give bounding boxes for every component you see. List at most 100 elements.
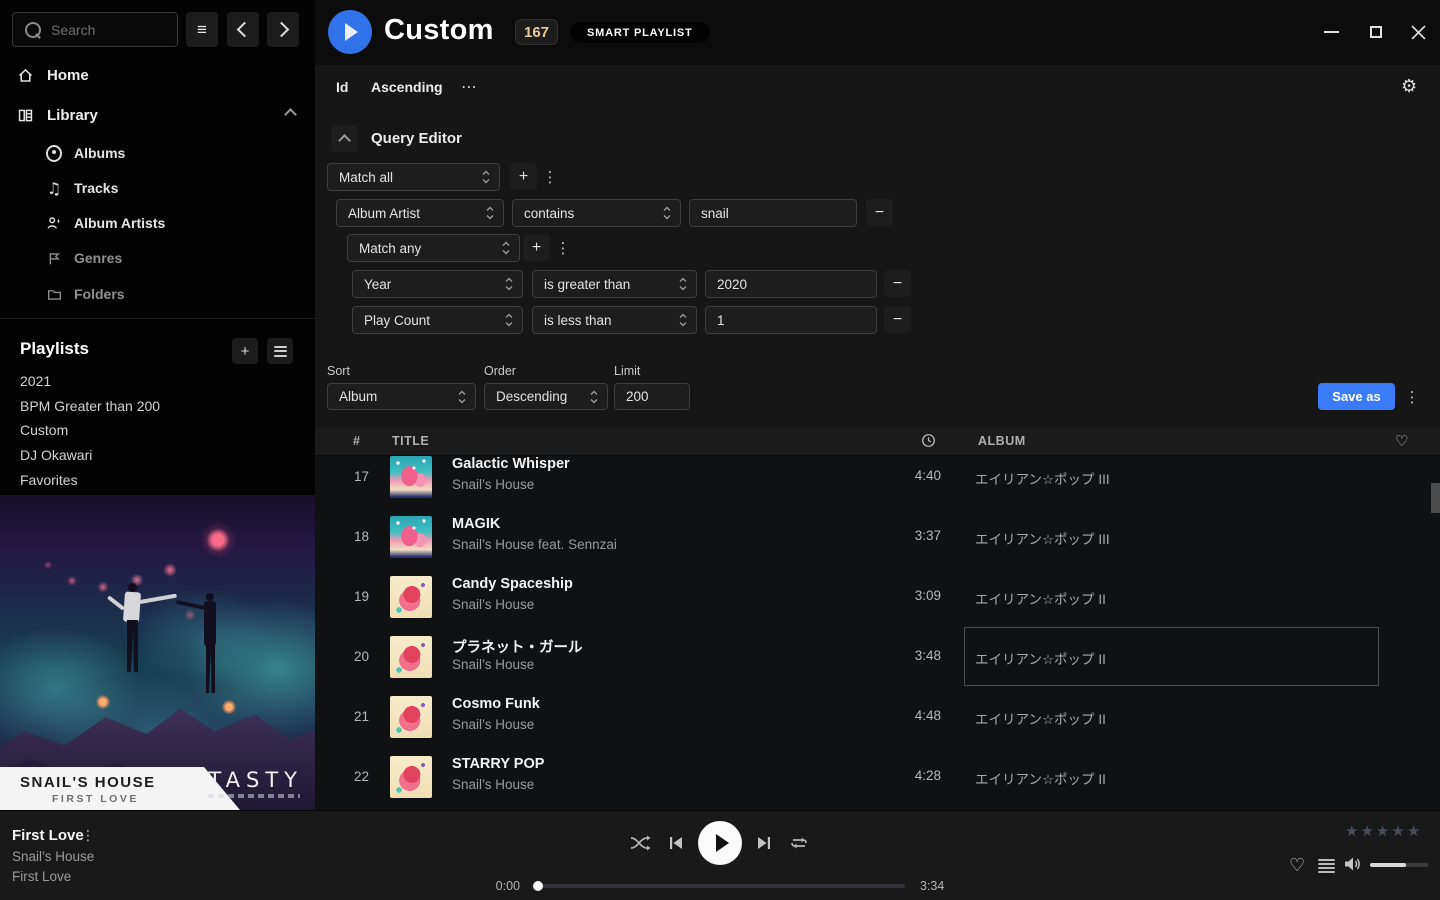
repeat-button[interactable] — [786, 823, 812, 863]
table-row[interactable]: 18 MAGIK Snail’s House feat. Sennzai 3:3… — [315, 507, 1440, 567]
add-rule-button[interactable]: + — [510, 163, 537, 190]
query-menu-button[interactable]: ⋮ — [1405, 383, 1419, 410]
column-album[interactable]: ALBUM — [978, 434, 1026, 448]
column-title[interactable]: TITLE — [392, 434, 429, 448]
track-album[interactable]: エイリアン☆ポップ II — [975, 588, 1106, 608]
rule-field-select[interactable]: Album Artist — [336, 199, 504, 227]
albums-icon — [46, 145, 62, 161]
duration-column-clock-icon[interactable] — [921, 433, 936, 448]
rule-value-input[interactable] — [705, 270, 877, 298]
add-playlist-button[interactable]: + — [232, 338, 258, 364]
remove-rule-button[interactable]: − — [884, 270, 911, 297]
rule-operator-select[interactable]: is greater than — [532, 270, 697, 298]
sidebar-item-genres[interactable]: Genres — [0, 245, 315, 271]
playlist-view-button[interactable] — [267, 338, 293, 364]
gear-icon[interactable]: ⚙ — [1401, 76, 1417, 97]
track-table: 17 Galactic Whisper Snail’s House 4:40 エ… — [315, 428, 1440, 810]
kebab-icon: ⋮ — [543, 168, 558, 186]
seek-bar[interactable] — [535, 884, 905, 888]
star-icon[interactable]: ★ — [1391, 822, 1404, 840]
shuffle-button[interactable] — [628, 823, 654, 863]
next-icon — [756, 835, 772, 851]
play-playlist-button[interactable] — [328, 10, 372, 54]
nav-back-button[interactable] — [227, 12, 259, 47]
table-row[interactable]: 22 STARRY POP Snail’s House 4:28 エイリアン☆ポ… — [315, 747, 1440, 807]
main-menu-button[interactable]: ≡ — [186, 12, 218, 47]
now-playing-menu-button[interactable]: ⋮ — [80, 826, 96, 846]
track-album[interactable]: エイリアン☆ポップ II — [975, 708, 1106, 728]
save-as-button[interactable]: Save as — [1318, 383, 1395, 410]
group-menu-button[interactable]: ⋮ — [556, 234, 570, 261]
search-box[interactable] — [12, 12, 178, 47]
close-icon — [1411, 25, 1426, 40]
chevron-up-icon[interactable] — [284, 108, 297, 121]
seek-handle[interactable] — [533, 881, 543, 891]
star-icon[interactable]: ★ — [1360, 822, 1373, 840]
add-rule-button[interactable]: + — [523, 234, 550, 261]
play-pause-button[interactable] — [698, 821, 742, 865]
next-track-button[interactable] — [753, 823, 775, 863]
star-icon[interactable]: ★ — [1407, 822, 1420, 840]
window-minimize-button[interactable] — [1321, 22, 1341, 42]
sort-direction-button[interactable]: Ascending — [371, 79, 443, 95]
rule-operator-select[interactable]: is less than — [532, 306, 697, 334]
sidebar-item-albums[interactable]: Albums — [0, 140, 315, 166]
match-type-select[interactable]: Match any — [347, 234, 520, 262]
track-album[interactable]: エイリアン☆ポップ II — [975, 648, 1106, 668]
rule-value-input[interactable] — [705, 306, 877, 334]
sort-field-button[interactable]: Id — [336, 79, 348, 95]
rule-operator-select[interactable]: contains — [512, 199, 681, 227]
nav-forward-button[interactable] — [267, 12, 299, 47]
volume-slider[interactable] — [1370, 863, 1428, 867]
table-row[interactable]: 20 プラネット・ガール Snail’s House 3:48 エイリアン☆ポッ… — [315, 627, 1440, 687]
window-close-button[interactable] — [1408, 22, 1428, 42]
track-album[interactable]: エイリアン☆ポップ II — [975, 768, 1106, 788]
query-collapse-button[interactable] — [331, 125, 358, 152]
queue-button[interactable] — [1318, 859, 1335, 873]
star-icon[interactable]: ★ — [1376, 822, 1389, 840]
sidebar-item-album-artists[interactable]: Album Artists — [0, 210, 315, 236]
table-row[interactable]: 21 Cosmo Funk Snail’s House 4:48 エイリアン☆ポ… — [315, 687, 1440, 747]
more-options-icon[interactable]: ⋯ — [461, 77, 478, 97]
order-select[interactable]: Descending — [484, 383, 608, 410]
sidebar-item-tracks[interactable]: ♫ Tracks — [0, 175, 315, 201]
favorite-button[interactable]: ♡ — [1289, 855, 1305, 876]
artwork-label-subtext — [208, 794, 300, 798]
table-row[interactable]: 17 Galactic Whisper Snail’s House 4:40 エ… — [315, 447, 1440, 507]
rule-field-select[interactable]: Play Count — [352, 306, 523, 334]
track-artwork — [390, 756, 432, 798]
sidebar-item-label: Genres — [74, 250, 122, 266]
scrollbar-thumb[interactable] — [1431, 483, 1440, 513]
window-maximize-button[interactable] — [1366, 22, 1386, 42]
group-menu-button[interactable]: ⋮ — [543, 163, 557, 190]
playlist-item[interactable]: DJ Okawari — [20, 444, 92, 466]
limit-input[interactable] — [614, 383, 690, 410]
table-row[interactable]: 19 Candy Spaceship Snail’s House 3:09 エイ… — [315, 567, 1440, 627]
track-album[interactable]: エイリアン☆ポップ III — [975, 528, 1110, 548]
remove-rule-button[interactable]: − — [866, 199, 893, 226]
sidebar-item-label: Tracks — [74, 180, 118, 196]
rule-field-select[interactable]: Year — [352, 270, 523, 298]
star-icon[interactable]: ★ — [1345, 822, 1358, 840]
track-artist: Snail’s House feat. Sennzai — [452, 537, 617, 552]
match-type-select[interactable]: Match all — [327, 163, 500, 191]
column-number[interactable]: # — [353, 434, 360, 448]
previous-track-button[interactable] — [665, 823, 687, 863]
playlist-item[interactable]: Favorites — [20, 469, 78, 491]
playlist-item-custom[interactable]: Custom — [20, 419, 68, 441]
rule-value-input[interactable] — [689, 199, 857, 227]
playlist-item[interactable]: 2021 — [20, 370, 51, 392]
track-album[interactable]: エイリアン☆ポップ III — [975, 468, 1110, 488]
remove-rule-button[interactable]: − — [884, 306, 911, 333]
sidebar-item-home[interactable]: Home — [0, 62, 315, 88]
volume-button[interactable] — [1343, 855, 1363, 873]
search-input[interactable] — [49, 21, 163, 39]
sidebar-item-library[interactable]: Library — [0, 102, 315, 128]
sort-select[interactable]: Album — [327, 383, 476, 410]
sidebar-item-folders[interactable]: Folders — [0, 281, 315, 307]
playlist-item[interactable]: BPM Greater than 200 — [20, 395, 160, 417]
minus-icon: − — [893, 275, 902, 293]
favorite-column-heart-icon[interactable]: ♡ — [1395, 432, 1408, 450]
now-playing-artwork[interactable]: SNAIL'S HOUSE FIRST LOVE TASTY — [0, 495, 315, 810]
select-value: Play Count — [364, 313, 430, 328]
